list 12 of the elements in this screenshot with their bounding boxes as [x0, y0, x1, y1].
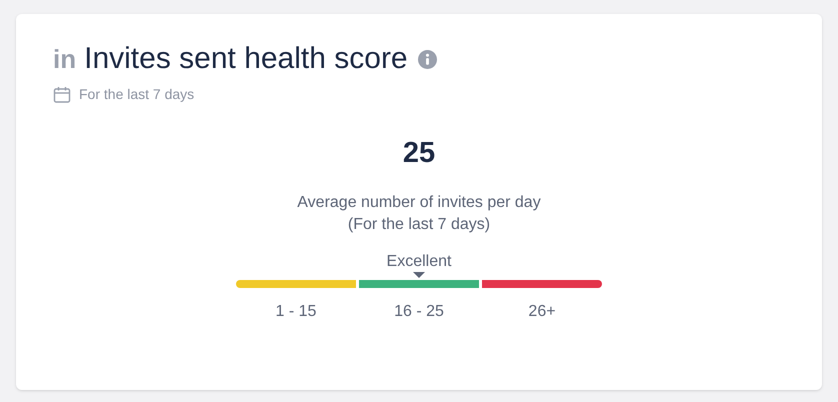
info-icon: [418, 50, 437, 68]
range-label: 1 - 15: [276, 302, 316, 322]
score-value: 25: [402, 139, 436, 168]
calendar-icon: [53, 86, 71, 104]
rating-label: Excellent: [386, 254, 452, 270]
range-label: 16 - 25: [394, 302, 444, 322]
score-caption: Average number of invites per day (For the last 7 days): [297, 193, 541, 235]
card-title: Invites sent health score: [84, 44, 408, 74]
period-label: For the last 7 days: [79, 85, 194, 104]
pointer-icon: [413, 272, 425, 278]
logo: in: [53, 46, 76, 72]
range-label: 26+: [528, 302, 556, 322]
